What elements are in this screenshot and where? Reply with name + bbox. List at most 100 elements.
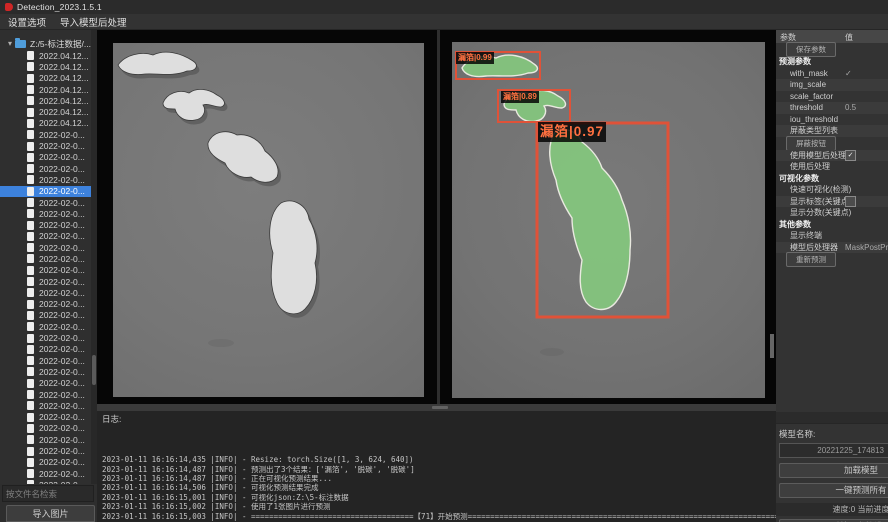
tree-file-item[interactable]: 2022-02-0... — [0, 231, 97, 242]
menu-item-settings[interactable]: 设置选项 — [8, 15, 46, 29]
file-icon — [27, 390, 34, 399]
tree-file-item[interactable]: 2022.04.12... — [0, 106, 97, 117]
param-row[interactable]: 其他参数 — [776, 219, 888, 231]
tree-root-folder[interactable]: ▾ Z:/5-标注数据/... — [0, 37, 97, 50]
tree-item-label: 2022-02-0... — [39, 130, 85, 140]
window-title: Detection_2023.1.5.1 — [17, 2, 102, 12]
tree-file-item[interactable]: 2022-02-0... — [0, 332, 97, 343]
param-label: 显示标签(关键点) — [790, 196, 851, 207]
tree-file-item[interactable]: 2022-02-0... — [0, 276, 97, 287]
file-icon — [27, 254, 34, 263]
param-row[interactable]: 保存参数 — [776, 43, 888, 56]
search-input[interactable] — [2, 485, 94, 502]
tree-file-item[interactable]: 2022.04.12... — [0, 50, 97, 61]
tree-file-item[interactable]: 2022-02-0... — [0, 265, 97, 276]
tree-file-item[interactable]: 2022-02-0... — [0, 400, 97, 411]
model-name-field[interactable]: 20221225_174813 — [779, 443, 888, 458]
tree-file-item[interactable]: 2022-02-0... — [0, 310, 97, 321]
param-value — [845, 196, 856, 207]
tree-file-item[interactable]: 2022-02-0... — [0, 129, 97, 140]
tree-item-label: 2022-02-0... — [39, 265, 85, 275]
param-row[interactable]: img_scale — [776, 79, 888, 91]
tree-file-item[interactable]: 2022.04.12... — [0, 118, 97, 129]
tree-file-item[interactable]: 2022-02-0... — [0, 208, 97, 219]
param-row[interactable]: 显示标签(关键点) — [776, 196, 888, 208]
title-bar: Detection_2023.1.5.1 — [0, 0, 888, 14]
prediction-image-viewport[interactable]: 漏箔|0.99 漏箔|0.89 漏箔|0.97 — [452, 42, 765, 398]
tree-file-item[interactable]: 2022-02-0... — [0, 152, 97, 163]
param-label: 其他参数 — [779, 219, 811, 230]
menu-item-import-postprocess[interactable]: 导入模型后处理 — [60, 15, 127, 29]
param-label: 快速可视化(检测) — [790, 184, 851, 195]
tree-item-label: 2022.04.12... — [39, 96, 89, 106]
param-label: 预测参数 — [779, 56, 811, 67]
tree-file-item[interactable]: 2022.04.12... — [0, 61, 97, 72]
param-row[interactable]: 快速可视化(检测) — [776, 184, 888, 196]
tree-file-item[interactable]: 2022.04.12... — [0, 95, 97, 106]
log-line: 2023-01-11 16:16:14,506 |INFO| - 可视化预测结果… — [102, 483, 776, 492]
tree-scrollbar-thumb[interactable] — [92, 355, 96, 385]
tree-file-item[interactable]: 2022-02-0... — [0, 366, 97, 377]
tree-file-item[interactable]: 2022-02-0... — [0, 355, 97, 366]
tree-file-item[interactable]: 2022-02-0... — [0, 389, 97, 400]
tree-file-item[interactable]: 2022-02-0... — [0, 344, 97, 355]
tree-item-label: 2022-02-0... — [39, 367, 85, 377]
tree-file-item[interactable]: 2022-02-0... — [0, 174, 97, 185]
load-model-button[interactable]: 加载模型 — [779, 463, 888, 478]
file-icon — [27, 175, 34, 184]
tree-file-item[interactable]: 2022-02-0... — [0, 140, 97, 151]
param-label: 重新预测 — [786, 252, 836, 267]
param-row[interactable]: threshold 0.5 — [776, 102, 888, 114]
param-row[interactable]: scale_factor — [776, 91, 888, 103]
tree-file-item[interactable]: 2022.04.12... — [0, 73, 97, 84]
log-panel[interactable]: 日志: 2023-01-11 16:16:14,435 |INFO| - Res… — [97, 411, 776, 522]
tree-file-item[interactable]: 2022-02-0... — [0, 321, 97, 332]
param-value: ✓ — [845, 69, 852, 78]
tree-file-item[interactable]: 2022-02-0... — [0, 445, 97, 456]
param-row[interactable]: iou_threshold — [776, 114, 888, 126]
param-row[interactable]: 屏蔽类型列表 — [776, 125, 888, 137]
param-row[interactable]: 可视化参数 — [776, 173, 888, 185]
tree-file-item[interactable]: 2022-02-0... — [0, 479, 97, 484]
file-icon — [27, 322, 34, 331]
file-icon — [27, 187, 34, 196]
param-row[interactable]: 使用后处理 — [776, 161, 888, 173]
file-tree-panel[interactable]: ▾ Z:/5-标注数据/... 2022.04.12... 2022.04.12… — [0, 30, 97, 484]
tree-file-item[interactable]: 2022-02-0... — [0, 423, 97, 434]
viewport-scrollbar-thumb[interactable] — [770, 334, 774, 358]
tree-item-label: 2022-02-0... — [39, 378, 85, 388]
log-splitter[interactable] — [97, 404, 776, 411]
splitter-handle[interactable] — [432, 406, 448, 409]
param-row[interactable]: 显示终端 — [776, 230, 888, 242]
tree-item-label: 2022-02-0... — [39, 390, 85, 400]
param-row[interactable]: with_mask ✓ — [776, 68, 888, 80]
file-icon — [27, 51, 34, 60]
param-row[interactable]: 使用模型后处理 ✓ — [776, 150, 888, 162]
tree-file-item[interactable]: 2022-02-0... — [0, 457, 97, 468]
tree-file-item[interactable]: 2022-02-0... — [0, 197, 97, 208]
tree-file-item[interactable]: 2022.04.12... — [0, 84, 97, 95]
tree-file-item[interactable]: 2022-02-0... — [0, 287, 97, 298]
tree-file-item[interactable]: 2022-02-0... — [0, 242, 97, 253]
tree-file-item[interactable]: 2022-02-0... — [0, 219, 97, 230]
predict-all-button[interactable]: 一键预测所有 — [779, 483, 888, 498]
tree-file-item[interactable]: 2022-02-0... — [0, 163, 97, 174]
parameters-panel[interactable]: 参数 值 保存参数 预测参数 with_mask ✓ img_scale — [776, 30, 888, 412]
tree-file-item[interactable]: 2022-02-0... — [0, 468, 97, 479]
tree-file-item[interactable]: 2022-02-0... — [0, 299, 97, 310]
tree-file-item[interactable]: 2022-02-0... — [0, 186, 97, 197]
param-row[interactable]: 预测参数 — [776, 56, 888, 68]
import-images-button[interactable]: 导入图片 — [6, 505, 95, 522]
param-row[interactable]: 重新预测 — [776, 253, 888, 266]
tree-file-item[interactable]: 2022-02-0... — [0, 253, 97, 264]
tree-file-item[interactable]: 2022-02-0... — [0, 378, 97, 389]
param-row[interactable]: 屏蔽按钮 — [776, 137, 888, 150]
tree-file-item[interactable]: 2022-02-0... — [0, 434, 97, 445]
tree-item-label: 2022-02-0... — [39, 480, 85, 484]
tree-item-label: 2022.04.12... — [39, 118, 89, 128]
tree-file-item[interactable]: 2022-02-0... — [0, 412, 97, 423]
param-label: scale_factor — [790, 92, 833, 101]
param-row[interactable]: 显示分数(关键点) — [776, 207, 888, 219]
chevron-down-icon[interactable]: ▾ — [8, 39, 12, 48]
original-image-viewport[interactable] — [113, 43, 424, 397]
